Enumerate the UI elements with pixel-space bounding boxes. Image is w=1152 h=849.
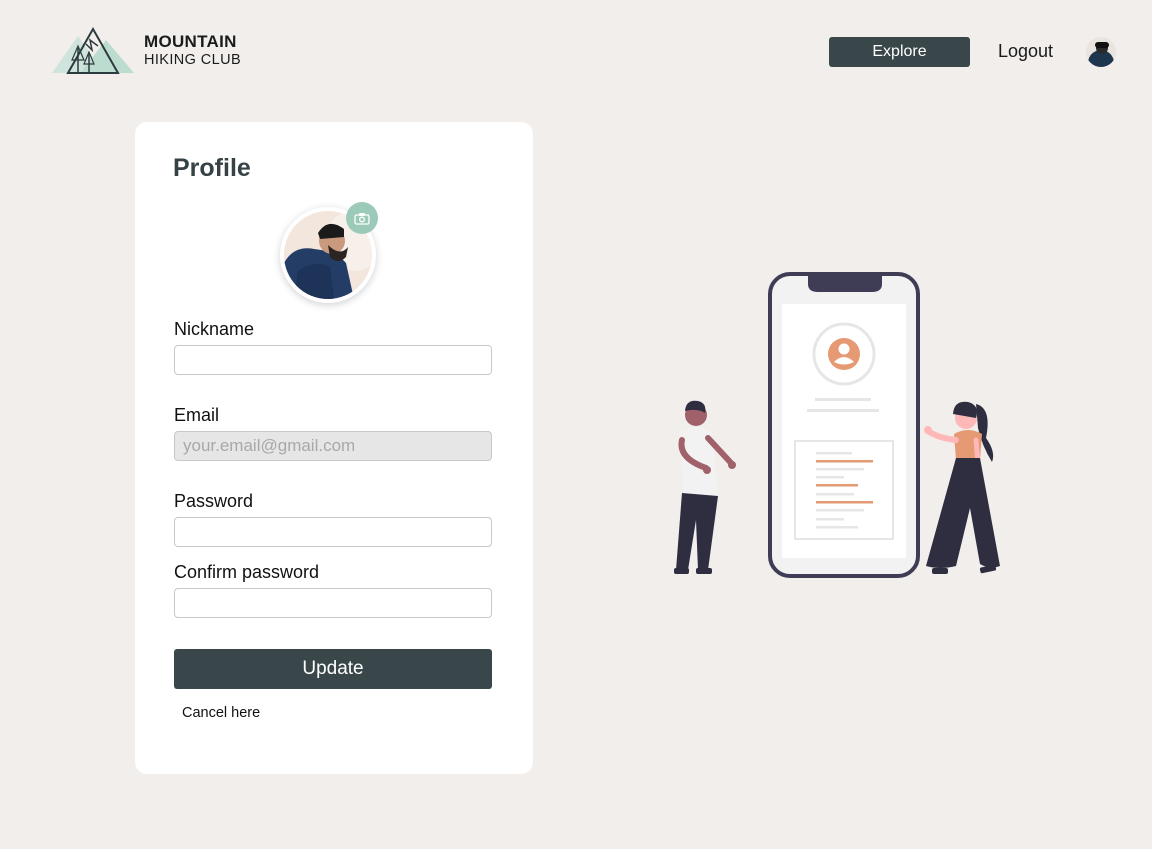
avatar-image [1086, 37, 1116, 67]
update-button[interactable]: Update [174, 649, 492, 689]
mountain-logo-icon [52, 26, 134, 74]
camera-icon [354, 212, 370, 225]
confirm-password-input[interactable] [174, 588, 492, 618]
page-title: Profile [173, 154, 251, 182]
logout-link[interactable]: Logout [998, 41, 1053, 62]
password-label: Password [174, 491, 254, 511]
cancel-link[interactable]: Cancel here [182, 705, 260, 721]
profile-illustration [660, 268, 1010, 588]
confirm-password-label: Confirm password [174, 562, 320, 582]
nickname-input[interactable] [174, 345, 492, 375]
change-photo-button[interactable] [346, 202, 378, 234]
brand-logo[interactable]: MOUNTAIN HIKING CLUB [50, 26, 241, 74]
explore-button[interactable]: Explore [829, 37, 970, 67]
profile-card: Profile Nickname Email Password Confirm … [135, 122, 533, 774]
people-with-phone-illustration [674, 272, 1000, 578]
brand-line2: HIKING CLUB [144, 51, 242, 68]
email-input[interactable] [174, 431, 492, 461]
user-avatar[interactable] [1086, 37, 1116, 67]
password-input[interactable] [174, 517, 492, 547]
brand-line1: MOUNTAIN [144, 31, 237, 51]
brand-name: MOUNTAIN HIKING CLUB [144, 33, 241, 68]
email-label: Email [174, 405, 220, 425]
nickname-label: Nickname [174, 319, 255, 339]
